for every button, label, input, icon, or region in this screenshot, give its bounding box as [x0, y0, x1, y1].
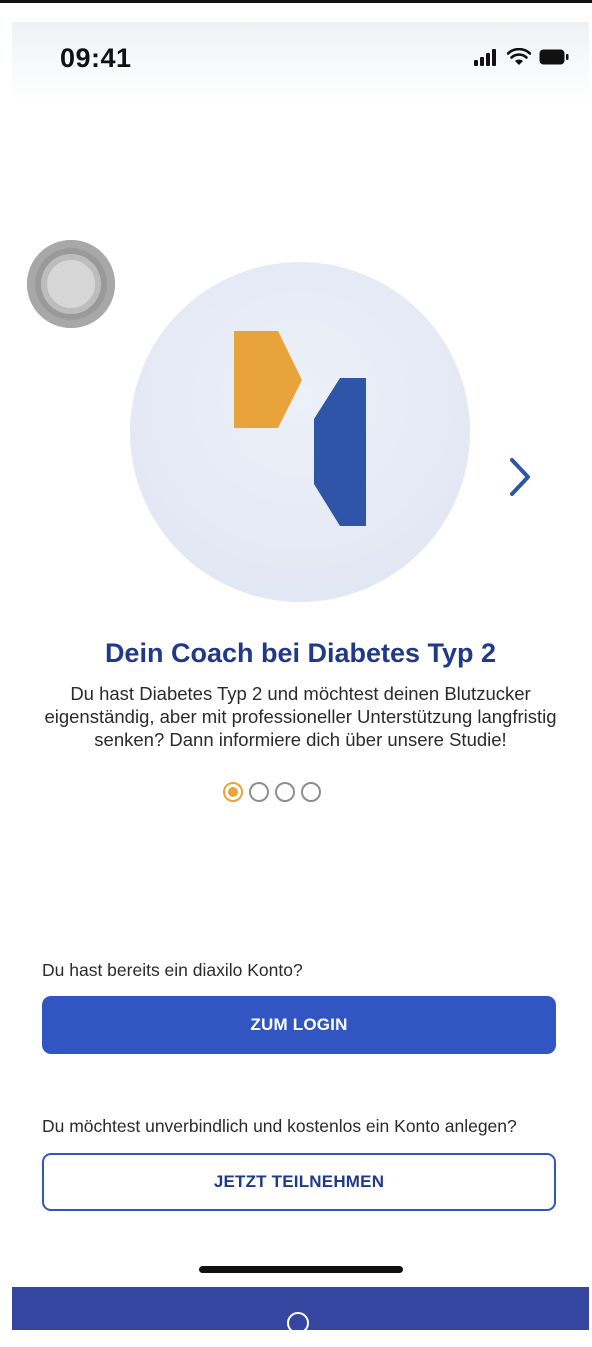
status-bar: 09:41 — [12, 22, 589, 102]
hero-illustration — [130, 262, 470, 602]
page-dot-1[interactable] — [223, 782, 243, 802]
signup-prompt: Du möchtest unverbindlich und kostenlos … — [42, 1116, 517, 1136]
assistive-touch-button[interactable] — [27, 240, 115, 328]
page-dot-3[interactable] — [275, 782, 295, 802]
page-indicator — [223, 782, 321, 802]
join-button[interactable]: JETZT TEILNEHMEN — [42, 1153, 556, 1211]
wifi-icon — [507, 48, 531, 65]
phone-screen: 09:41 Dein Coach bei Diabetes Typ 2 Du h… — [12, 22, 589, 1330]
status-time: 09:41 — [60, 43, 132, 73]
home-indicator[interactable] — [199, 1266, 403, 1273]
status-icons — [473, 48, 569, 66]
battery-icon — [539, 49, 569, 65]
page-dot-2[interactable] — [249, 782, 269, 802]
onboarding-description: Du hast Diabetes Typ 2 und möchtest dein… — [44, 683, 557, 750]
home-circle-icon[interactable] — [287, 1312, 309, 1330]
top-border — [0, 0, 592, 3]
page-dot-4[interactable] — [301, 782, 321, 802]
login-button[interactable]: ZUM LOGIN — [42, 996, 556, 1054]
chevron-right-icon[interactable] — [504, 452, 538, 502]
diaxilo-logo-icon — [234, 331, 366, 526]
login-prompt: Du hast bereits ein diaxilo Konto? — [42, 960, 303, 980]
onboarding-title: Dein Coach bei Diabetes Typ 2 — [104, 638, 497, 668]
signal-icon — [474, 49, 496, 66]
